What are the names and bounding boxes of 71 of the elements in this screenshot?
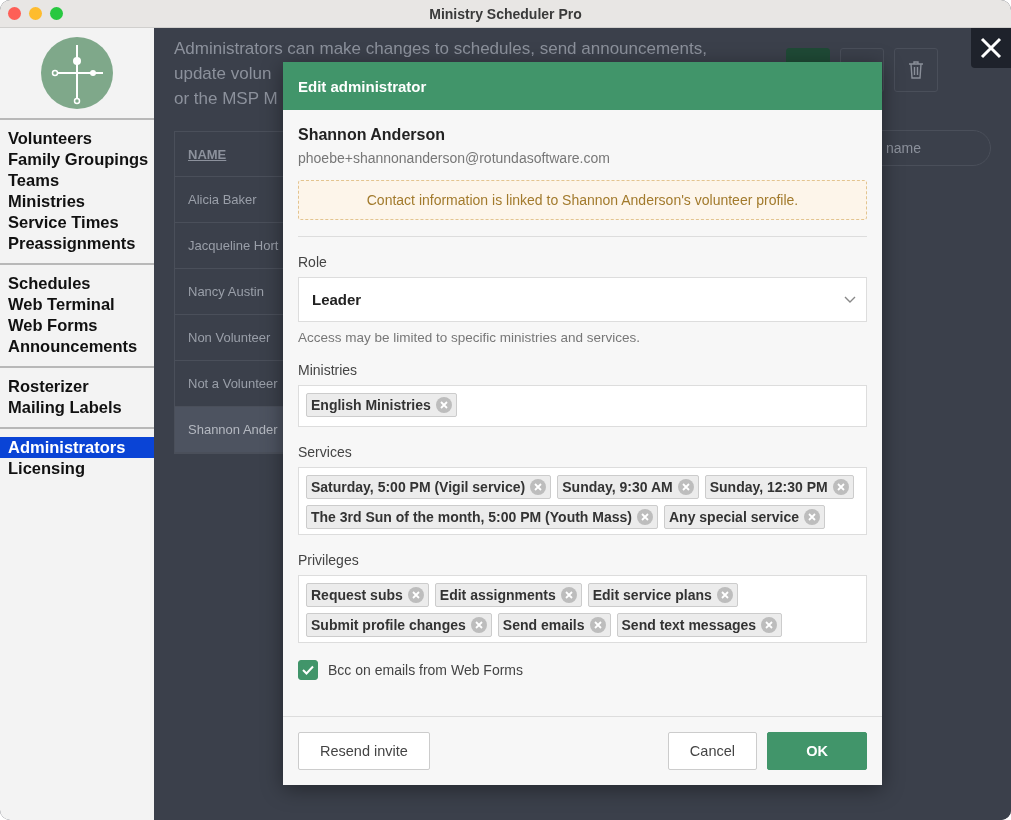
sidebar-item[interactable]: Rosterizer — [0, 376, 154, 397]
checkbox-label: Bcc on emails from Web Forms — [328, 662, 523, 678]
close-icon — [980, 37, 1002, 59]
tag-label: Sunday, 12:30 PM — [709, 479, 828, 495]
sidebar-item[interactable]: Preassignments — [0, 233, 154, 254]
sidebar-item[interactable]: Administrators — [0, 437, 154, 458]
remove-icon[interactable] — [470, 617, 487, 633]
field-label: Services — [298, 444, 353, 460]
tag-label: Request subs — [311, 587, 403, 603]
minimize-window-button[interactable] — [29, 7, 42, 20]
tag-label: Any special service — [669, 509, 799, 525]
tag-label: Sunday, 9:30 AM — [562, 479, 673, 495]
tag-field[interactable]: English Ministries — [298, 385, 867, 427]
resend-invite-button[interactable]: Resend invite — [298, 732, 430, 770]
description-text: or the MSP M — [174, 88, 278, 110]
sidebar-item[interactable]: Licensing — [0, 458, 154, 479]
delete-button[interactable] — [894, 48, 938, 92]
description-text: Administrators can make changes to schedules, send announcements, — [174, 38, 707, 60]
close-window-button[interactable] — [8, 7, 21, 20]
close-button[interactable] — [971, 28, 1011, 68]
remove-icon[interactable] — [803, 509, 820, 525]
remove-icon[interactable] — [677, 479, 694, 495]
checkmark-icon — [302, 665, 314, 675]
remove-icon[interactable] — [832, 479, 849, 495]
tag-label: Send emails — [502, 617, 585, 633]
zoom-window-button[interactable] — [50, 7, 63, 20]
field-label: Role — [298, 254, 328, 270]
tag-field[interactable]: Request subs Edit assignments Edit service plans Submit profile changes Send emails Send text messages — [298, 575, 867, 643]
sidebar-item[interactable]: Web Forms — [0, 315, 154, 336]
remove-icon[interactable] — [761, 617, 778, 633]
sidebar-item[interactable]: Service Times — [0, 212, 154, 233]
remove-icon[interactable] — [560, 587, 577, 603]
cancel-button[interactable]: Cancel — [667, 732, 757, 770]
tag-label: Submit profile changes — [311, 617, 466, 633]
description-text: update volun — [174, 63, 272, 85]
notice-banner: Contact information is linked to Shannon Anderson's volunteer profile. — [298, 180, 867, 220]
sidebar-item[interactable]: Announcements — [0, 336, 154, 357]
trash-icon — [908, 61, 924, 79]
sidebar-item[interactable]: Web Terminal — [0, 294, 154, 315]
tag-label: Edit assignments — [439, 587, 556, 603]
remove-icon[interactable] — [407, 587, 424, 603]
remove-icon[interactable] — [530, 479, 547, 495]
remove-icon[interactable] — [716, 587, 733, 603]
clock-logo-icon — [41, 37, 113, 109]
role-dropdown[interactable]: Leader — [298, 277, 867, 322]
help-text: Access may be limited to specific ministries and services. — [298, 330, 642, 345]
ok-button[interactable]: OK — [767, 732, 867, 770]
sidebar-item[interactable]: Mailing Labels — [0, 397, 154, 418]
chevron-down-icon — [844, 295, 856, 304]
sidebar-item[interactable]: Volunteers — [0, 128, 154, 149]
remove-icon[interactable] — [435, 397, 452, 413]
dialog-title: Edit administrator — [298, 77, 427, 95]
sidebar-item[interactable]: Teams — [0, 170, 154, 191]
email-text: phoebe+shannonanderson@rotundasoftware.com — [298, 150, 611, 166]
table-row[interactable]: Shannon Ander — [175, 407, 283, 453]
remove-icon[interactable] — [637, 509, 653, 525]
person-name: Shannon Anderson — [298, 126, 446, 144]
window-title: Ministry Scheduler Pro — [429, 5, 582, 22]
sidebar-item[interactable]: Family Groupings — [0, 149, 154, 170]
sidebar-item[interactable]: Schedules — [0, 273, 154, 294]
remove-icon[interactable] — [589, 617, 606, 633]
tag-label: English Ministries — [311, 397, 431, 413]
tag-label: Edit service plans — [592, 587, 712, 603]
tag-label: Send text messages — [621, 617, 757, 633]
tag-label: The 3rd Sun of the month, 5:00 PM (Youth Mass) — [311, 509, 632, 525]
checkbox[interactable] — [298, 660, 318, 680]
field-label: Ministries — [298, 362, 359, 378]
tag-label: Saturday, 5:00 PM (Vigil service) — [311, 479, 526, 495]
sidebar-item[interactable]: Ministries — [0, 191, 154, 212]
tag-field[interactable]: Saturday, 5:00 PM (Vigil service) Sunday, 9:30 AM Sunday, 12:30 PM The 3rd Sun of the month, 5:00 PM (Youth Mass) Any special service — [298, 467, 867, 535]
field-label: Privileges — [298, 552, 360, 568]
